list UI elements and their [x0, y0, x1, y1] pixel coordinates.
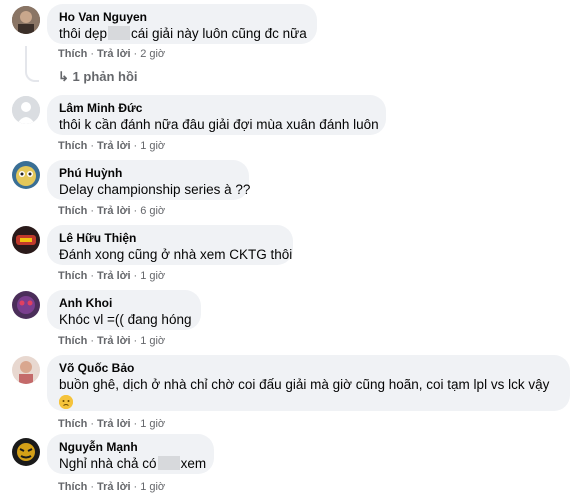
author-name[interactable]: Lê Hữu Thiện: [59, 231, 281, 246]
timestamp[interactable]: 1 giờ: [140, 335, 165, 347]
comment-actions: Thích · Trả lời · 1 giờ: [58, 270, 166, 282]
reply-link[interactable]: Trả lời: [97, 418, 131, 430]
view-replies-link[interactable]: ↳ 1 phản hồi: [58, 69, 138, 85]
comment-text: thôi dẹp cái giải này luôn cũng đc nữa: [59, 26, 307, 41]
timestamp[interactable]: 1 giờ: [140, 481, 165, 493]
avatar[interactable]: [12, 161, 40, 189]
comment-bubble: Ho Van Nguyen thôi dẹp cái giải này luôn …: [47, 4, 317, 44]
redacted-block: [108, 26, 131, 40]
timestamp[interactable]: 1 giờ: [140, 270, 165, 282]
timestamp[interactable]: 2 giờ: [140, 48, 165, 60]
reply-link[interactable]: Trả lời: [97, 335, 131, 347]
comment-text: Delay championship series à ??: [59, 182, 251, 197]
like-link[interactable]: Thích: [58, 48, 87, 60]
comment-bubble: Anh Khoi Khóc vl =(( đang hóng: [47, 290, 201, 330]
like-link[interactable]: Thích: [58, 418, 87, 430]
comment-bubble: Phú Huỳnh Delay championship series à ??: [47, 160, 251, 200]
like-link[interactable]: Thích: [58, 335, 87, 347]
avatar[interactable]: [12, 291, 40, 319]
reply-arrow-icon: ↳: [58, 69, 69, 84]
redacted-block: [157, 456, 180, 470]
avatar[interactable]: [12, 6, 40, 34]
avatar[interactable]: [12, 96, 40, 124]
comment-text: Nghỉ nhà chả có xem: [59, 456, 207, 471]
author-name[interactable]: Anh Khoi: [59, 296, 189, 311]
timestamp[interactable]: 1 giờ: [140, 140, 165, 152]
comment-text: buồn ghê, dịch ở nhà chỉ chờ coi đấu giả…: [59, 377, 550, 392]
avatar[interactable]: [12, 438, 40, 466]
author-name[interactable]: Võ Quốc Bảo: [59, 361, 558, 376]
comment-actions: Thích · Trả lời · 1 giờ: [58, 418, 166, 430]
thread-line: [25, 46, 39, 82]
comment-actions: Thích · Trả lời · 6 giờ: [58, 205, 166, 217]
reply-link[interactable]: Trả lời: [97, 48, 131, 60]
reply-link[interactable]: Trả lời: [97, 205, 131, 217]
timestamp[interactable]: 1 giờ: [140, 418, 165, 430]
author-name[interactable]: Nguyễn Mạnh: [59, 440, 202, 455]
reply-link[interactable]: Trả lời: [97, 140, 131, 152]
avatar[interactable]: [12, 356, 40, 384]
reply-link[interactable]: Trả lời: [97, 481, 131, 493]
comment-actions: Thích · Trả lời · 1 giờ: [58, 140, 166, 152]
like-link[interactable]: Thích: [58, 270, 87, 282]
avatar[interactable]: [12, 226, 40, 254]
author-name[interactable]: Ho Van Nguyen: [59, 10, 305, 25]
comment-text: thôi k cần đánh nữa đâu giải đợi mùa xuâ…: [59, 117, 379, 132]
comment-bubble: Lê Hữu Thiện Đánh xong cũng ở nhà xem CK…: [47, 225, 293, 265]
like-link[interactable]: Thích: [58, 140, 87, 152]
like-link[interactable]: Thích: [58, 205, 87, 217]
comment-actions: Thích · Trả lời · 1 giờ: [58, 335, 166, 347]
reply-link[interactable]: Trả lời: [97, 270, 131, 282]
comment-text: Đánh xong cũng ở nhà xem CKTG thôi: [59, 247, 293, 262]
comment-bubble: Võ Quốc Bảo buồn ghê, dịch ở nhà chỉ chờ…: [47, 355, 570, 411]
comment-text: Khóc vl =(( đang hóng: [59, 312, 192, 327]
comment-actions: Thích · Trả lời · 2 giờ: [58, 48, 166, 60]
sad-face-emoji-icon: [59, 395, 73, 409]
comment-bubble: Lâm Minh Đức thôi k cần đánh nữa đâu giả…: [47, 95, 386, 135]
like-link[interactable]: Thích: [58, 481, 87, 493]
timestamp[interactable]: 6 giờ: [140, 205, 165, 217]
author-name[interactable]: Phú Huỳnh: [59, 166, 237, 181]
comment-bubble: Nguyễn Mạnh Nghỉ nhà chả có xem: [47, 434, 214, 474]
author-name[interactable]: Lâm Minh Đức: [59, 101, 374, 116]
